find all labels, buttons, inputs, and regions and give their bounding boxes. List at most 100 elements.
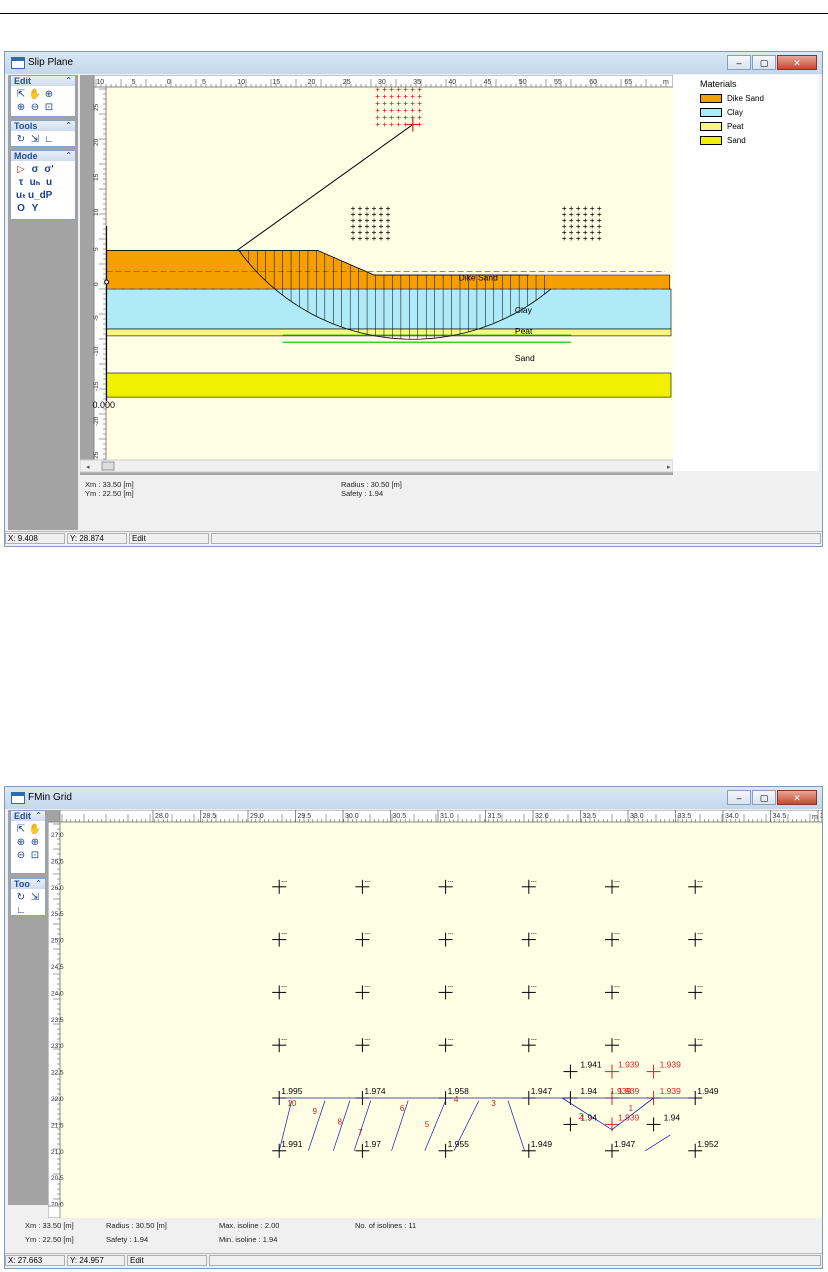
y-tick-label: -5 xyxy=(93,315,100,321)
tau-icon[interactable]: τ xyxy=(14,176,28,189)
pan-hand-icon[interactable]: ✋ xyxy=(28,88,42,101)
slip-plane-window[interactable]: Slip Plane – ▢ ✕ Edit ⌃ ⇱ ✋ ⊕ ⊕ ⊖ ⊡ Tools ⌃ ↻ ⇲… xyxy=(4,51,823,547)
ut-icon[interactable]: uₜ xyxy=(14,189,28,202)
maximize-button[interactable]: ▢ xyxy=(752,55,776,70)
edit-panel-header[interactable]: Edit ⌃ xyxy=(11,811,45,821)
u-icon[interactable]: u xyxy=(42,176,56,189)
export-icon[interactable]: ⇲ xyxy=(28,891,42,904)
materials-legend: Materials Dike Sand Clay Peat Sand xyxy=(673,75,819,471)
collapse-chevron-icon[interactable]: ⌃ xyxy=(35,879,42,889)
edit-panel: Edit ⌃ ⇱ ✋ ⊕ ⊕ ⊖ ⊡ xyxy=(10,75,76,117)
export-icon[interactable]: ⇲ xyxy=(28,133,42,146)
ruler-icon[interactable]: ∟ xyxy=(42,133,56,146)
reference-point xyxy=(104,279,110,285)
edit-panel: Edit ⌃ ⇱ ✋ ⊕ ⊕ ⊖ ⊡ xyxy=(10,810,46,874)
mode-panel-label: Mode xyxy=(14,151,38,161)
pointer-icon[interactable]: ⇱ xyxy=(14,88,28,101)
x-tick-label: 0 xyxy=(167,79,171,86)
grid-empty-marker: --- xyxy=(448,1037,454,1043)
fmin-grid-canvas[interactable]: 28.0 28.5 29.0 29.5 30.0 30.5 31.0 31.5 32.0 32.5… xyxy=(47,809,828,1220)
horizontal-scroll-thumb[interactable] xyxy=(101,461,115,471)
tools-panel: Tools ⌃ ↻ ⇲ ∟ xyxy=(10,120,76,147)
grid-empty-marker: --- xyxy=(614,984,620,990)
minimize-button[interactable]: – xyxy=(727,790,751,805)
title-bar[interactable]: FMin Grid – ▢ ✕ xyxy=(5,787,822,809)
isoline-label: 8 xyxy=(337,1117,342,1126)
zoom-in-icon[interactable]: ⊕ xyxy=(14,836,28,849)
grid-value: 1.991 xyxy=(281,1139,303,1149)
close-button[interactable]: ✕ xyxy=(777,55,817,70)
drawing-area[interactable]: 28.0 28.5 29.0 29.5 30.0 30.5 31.0 31.5 32.0 32.5… xyxy=(47,809,828,1220)
x-tick-label: 5 xyxy=(202,79,206,86)
p-icon[interactable]: P xyxy=(42,189,56,202)
zoom-window-icon[interactable]: ⊕ xyxy=(28,836,42,849)
rotate-icon[interactable]: ↻ xyxy=(14,891,28,904)
tools-panel-header[interactable]: Too ⌃ xyxy=(11,879,45,889)
isoline-label: 4 xyxy=(454,1095,459,1104)
close-button[interactable]: ✕ xyxy=(777,790,817,805)
sigma-effective-icon[interactable]: σ' xyxy=(42,163,56,176)
y-tick-label: 20 xyxy=(93,138,100,146)
grid-empty-marker: --- xyxy=(281,932,287,938)
material-label: Peat xyxy=(515,326,533,336)
collapse-chevron-icon[interactable]: ⌃ xyxy=(65,151,72,161)
edit-panel-header[interactable]: Edit ⌃ xyxy=(11,76,75,86)
collapse-chevron-icon[interactable]: ⌃ xyxy=(65,121,72,131)
zoom-in-icon[interactable]: ⊕ xyxy=(42,88,56,101)
o-icon[interactable]: O xyxy=(14,202,28,215)
tools-panel-label: Tools xyxy=(14,121,38,131)
collapse-chevron-icon[interactable]: ⌃ xyxy=(65,76,72,86)
slip-plane-canvas[interactable]: 10 5 0 5 10 15 20 25 30 35 40 45 50 55 60 65 m2520151050… xyxy=(79,74,674,475)
legend-swatch xyxy=(700,108,722,118)
isoline-label: 5 xyxy=(425,1120,430,1129)
horizontal-scrollbar[interactable] xyxy=(79,459,674,473)
pan-hand-icon[interactable]: ✋ xyxy=(28,823,42,836)
status-empty xyxy=(209,1255,821,1266)
zoom-out-icon[interactable]: ⊖ xyxy=(14,849,28,862)
sigma-icon[interactable]: σ xyxy=(28,163,42,176)
info-min-isoline: Min. isoline : 1.94 xyxy=(219,1235,278,1244)
x-tick-label: 31.5 xyxy=(488,813,502,820)
grid-empty-marker: --- xyxy=(531,1037,537,1043)
maximize-button[interactable]: ▢ xyxy=(752,790,776,805)
status-bar: X: 27.663 Y: 24.957 Edit xyxy=(5,1253,822,1268)
y-tick-label: 0 xyxy=(93,282,100,286)
rotate-icon[interactable]: ↻ xyxy=(14,133,28,146)
drawing-area[interactable]: 10 5 0 5 10 15 20 25 30 35 40 45 50 55 60 65 m 25 20 15 10 5 0… xyxy=(79,74,674,477)
grid-value-min: 1.939 xyxy=(610,1086,632,1096)
x-tick-label: 30.0 xyxy=(345,813,359,820)
fmin-grid-window[interactable]: FMin Grid – ▢ ✕ Edit ⌃ ⇱ ✋ ⊕ ⊕ ⊖ ⊡ Too ⌃ ↻ ⇲ ∟… xyxy=(4,786,828,1269)
x-tick-label: 33.5 xyxy=(678,813,692,820)
status-x: X: 9.408 xyxy=(5,533,65,544)
grid-empty-marker: --- xyxy=(364,879,370,885)
mode-panel-header[interactable]: Mode ⌃ xyxy=(11,151,75,161)
status-empty xyxy=(211,533,821,544)
zoom-window-icon[interactable]: ⊕ xyxy=(14,101,28,114)
legend-swatch xyxy=(700,136,722,146)
grid-empty-marker: --- xyxy=(531,932,537,938)
tools-panel-header[interactable]: Tools ⌃ xyxy=(11,121,75,131)
zoom-out-icon[interactable]: ⊖ xyxy=(28,101,42,114)
grid-value: 1.949 xyxy=(697,1086,719,1096)
zoom-limits-icon[interactable]: ⊡ xyxy=(42,101,56,114)
y-tick-label: 22.0 xyxy=(51,1096,64,1103)
title-bar[interactable]: Slip Plane – ▢ ✕ xyxy=(5,52,822,74)
isoline-label: 9 xyxy=(312,1107,317,1116)
info-radius: Radius : 30.50 [m] xyxy=(106,1221,167,1230)
x-tick-label: 28.0 xyxy=(155,813,169,820)
grid-empty-marker: --- xyxy=(697,984,703,990)
collapse-chevron-icon[interactable]: ⌃ xyxy=(35,811,42,821)
gamma-icon[interactable]: Y xyxy=(28,202,42,215)
grid-empty-marker: --- xyxy=(448,984,454,990)
isoline-label: 10 xyxy=(288,1099,297,1108)
uh-icon[interactable]: uₕ xyxy=(28,176,42,189)
minimize-button[interactable]: – xyxy=(727,55,751,70)
ruler-icon[interactable]: ∟ xyxy=(14,904,28,917)
pointer-icon[interactable]: ⇱ xyxy=(14,823,28,836)
x-tick-label: 10 xyxy=(237,79,245,86)
x-tick-label: 50 xyxy=(519,79,527,86)
geometry-icon[interactable]: ▷ xyxy=(14,163,28,176)
grid-empty-marker: --- xyxy=(697,932,703,938)
ud-icon[interactable]: u_d xyxy=(28,189,46,202)
zoom-limits-icon[interactable]: ⊡ xyxy=(28,849,42,862)
